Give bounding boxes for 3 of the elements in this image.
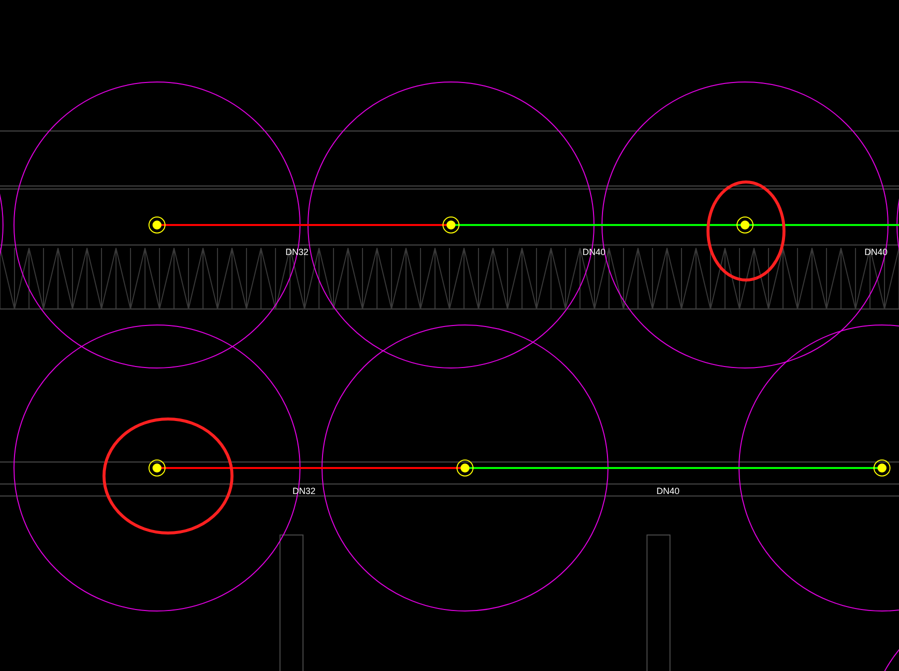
- sprinkler-node-icon: [148, 460, 166, 476]
- sprinkler-node-icon: [736, 216, 754, 234]
- pipe-size-label: DN40: [656, 486, 680, 496]
